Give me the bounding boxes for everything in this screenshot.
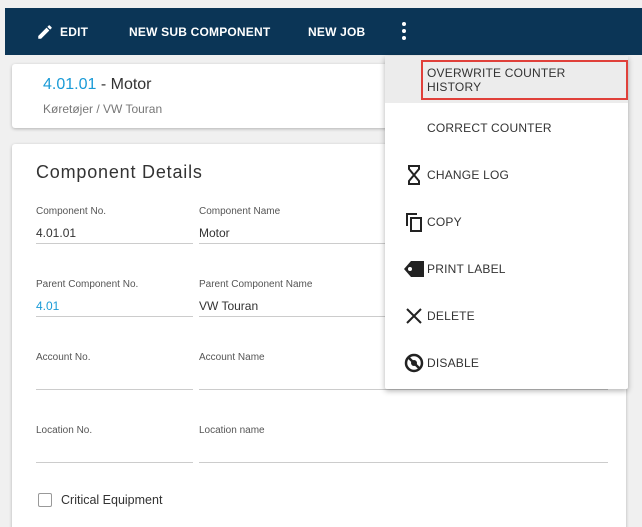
menu-item-label: DELETE — [427, 308, 475, 323]
more-options-menu: OVERWRITE COUNTER HISTORY CORRECT COUNTE… — [385, 56, 628, 389]
section-title: Component Details — [36, 162, 203, 182]
component-code-link[interactable]: 4.01.01 — [43, 76, 96, 93]
location-no-field[interactable]: Location No. — [36, 425, 193, 463]
close-icon — [403, 305, 425, 327]
new-job-label: NEW JOB — [308, 24, 366, 39]
account-no-field[interactable]: Account No. — [36, 352, 193, 390]
field-label: Parent Component No. — [36, 279, 139, 290]
location-name-field[interactable]: Location name — [199, 425, 608, 463]
edit-label: EDIT — [60, 24, 89, 39]
critical-equipment-label: Critical Equipment — [61, 493, 163, 507]
critical-equipment-checkbox[interactable] — [38, 493, 52, 507]
top-toolbar: EDIT NEW SUB COMPONENT NEW JOB — [5, 8, 642, 55]
component-no-field[interactable]: Component No. 4.01.01 — [36, 206, 193, 244]
tag-icon — [403, 258, 425, 280]
parent-component-no-field[interactable]: Parent Component No. 4.01 — [36, 279, 193, 317]
new-sub-component-button[interactable]: NEW SUB COMPONENT — [129, 8, 270, 55]
disable-icon — [403, 352, 425, 374]
copy-icon — [403, 211, 425, 233]
menu-item-delete[interactable]: DELETE — [385, 292, 628, 339]
menu-item-copy[interactable]: COPY — [385, 198, 628, 245]
new-job-button[interactable]: NEW JOB — [308, 8, 365, 55]
edit-button[interactable]: EDIT — [36, 8, 88, 55]
field-label: Component No. — [36, 206, 107, 217]
menu-item-label: COPY — [427, 214, 462, 229]
parent-component-no-link[interactable]: 4.01 — [36, 293, 193, 317]
more-options-button[interactable] — [401, 21, 407, 46]
critical-equipment-row[interactable]: Critical Equipment — [38, 493, 162, 507]
field-label: Location name — [199, 425, 265, 436]
menu-item-label: CORRECT COUNTER — [427, 120, 552, 135]
field-label: Location No. — [36, 425, 93, 436]
menu-item-disable[interactable]: DISABLE — [385, 339, 628, 386]
component-no-input[interactable]: 4.01.01 — [36, 220, 193, 244]
component-heading: 4.01.01 - Motor — [43, 76, 152, 94]
hourglass-icon — [403, 164, 425, 186]
menu-item-label: OVERWRITE COUNTER HISTORY — [421, 59, 628, 100]
new-sub-component-label: NEW SUB COMPONENT — [129, 24, 271, 39]
menu-item-label: PRINT LABEL — [427, 261, 506, 276]
menu-item-overwrite-counter-history[interactable]: OVERWRITE COUNTER HISTORY — [385, 56, 628, 103]
account-no-input[interactable] — [36, 366, 193, 390]
component-heading-name: Motor — [110, 76, 152, 93]
field-label: Account No. — [36, 352, 91, 363]
menu-item-correct-counter[interactable]: CORRECT COUNTER — [385, 104, 628, 151]
heading-separator: - — [96, 76, 111, 93]
breadcrumb: Køretøjer / VW Touran — [43, 102, 163, 116]
menu-item-print-label[interactable]: PRINT LABEL — [385, 245, 628, 292]
location-no-input[interactable] — [36, 439, 193, 463]
menu-item-change-log[interactable]: CHANGE LOG — [385, 151, 628, 198]
menu-item-label: CHANGE LOG — [427, 167, 510, 182]
location-name-input[interactable] — [199, 439, 608, 463]
pencil-icon — [38, 24, 52, 39]
more-vert-icon — [402, 22, 406, 40]
menu-item-label: DISABLE — [427, 355, 480, 370]
